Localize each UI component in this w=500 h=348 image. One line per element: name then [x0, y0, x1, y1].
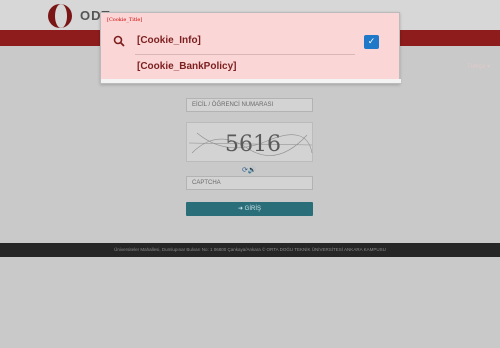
login-button-label: GİRİŞ: [244, 206, 262, 212]
search-icon: [113, 35, 125, 47]
divider: [135, 54, 355, 55]
captcha-image: 5616: [186, 122, 313, 162]
captcha-input[interactable]: CAPTCHA: [186, 176, 313, 190]
check-icon: ✓: [367, 37, 376, 47]
login-form: EİCİL / ÖĞRENCİ NUMARASI 5616 ⟳🔊 CAPTCHA…: [186, 98, 313, 218]
cookie-info-checkbox[interactable]: ✓: [364, 35, 379, 49]
modal-footer: [101, 79, 401, 83]
university-logo: [48, 4, 72, 28]
cookie-bankpolicy-row[interactable]: [Cookie_BankPolicy]: [101, 57, 401, 79]
language-selector[interactable]: Türkçe ▾: [467, 63, 490, 70]
login-button[interactable]: ➜ GİRİŞ: [186, 202, 313, 216]
captcha-text: 5616: [225, 132, 281, 157]
username-input[interactable]: EİCİL / ÖĞRENCİ NUMARASI: [186, 98, 313, 112]
cookie-modal: [Cookie_Title] [Cookie_Info] ✓ [Cookie_B…: [100, 12, 401, 84]
cookie-bankpolicy-label: [Cookie_BankPolicy]: [137, 61, 237, 72]
cookie-info-label: [Cookie_Info]: [137, 35, 201, 46]
login-icon: ➜: [237, 206, 243, 212]
modal-title: [Cookie_Title]: [107, 17, 143, 23]
captcha-refresh-icon[interactable]: ⟳🔊: [242, 166, 257, 174]
footer-text: Üniversiteler Mahallesi, Dumlupınar Bulv…: [0, 243, 500, 257]
cookie-info-row[interactable]: [Cookie_Info] ✓: [101, 31, 401, 55]
